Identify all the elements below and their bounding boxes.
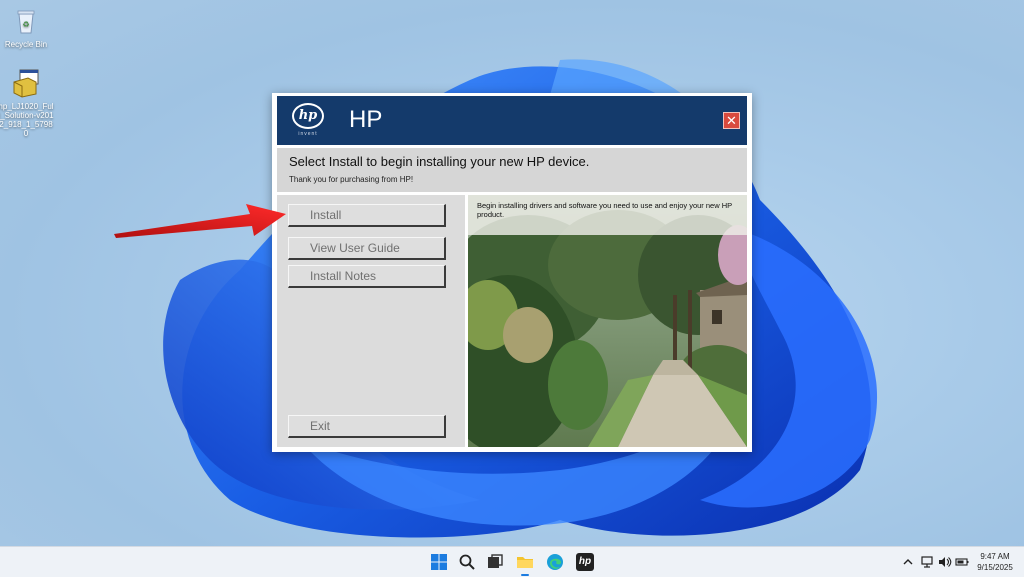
close-button[interactable]: ✕ — [723, 112, 740, 129]
svg-text:♻: ♻ — [22, 20, 29, 29]
installer-package-icon — [13, 69, 39, 98]
desktop-icon-recycle-bin[interactable]: ♻ Recycle Bin — [0, 6, 54, 49]
install-button[interactable]: Install — [288, 204, 446, 227]
recycle-bin-icon: ♻ — [17, 10, 35, 34]
close-icon: ✕ — [726, 113, 737, 128]
search-icon[interactable] — [458, 553, 476, 571]
taskbar: hp 9:47 AM 9/15/2025 — [0, 546, 1024, 577]
clock-date: 9/15/2025 — [977, 563, 1013, 572]
desktop-icon-label: Recycle Bin — [4, 40, 48, 49]
file-explorer-icon[interactable] — [516, 553, 534, 571]
header-title: Select Install to begin installing your … — [289, 154, 590, 169]
installer-banner: hp invent HP ✕ — [277, 96, 747, 145]
install-notes-button[interactable]: Install Notes — [288, 265, 446, 288]
hp-installer-window: hp invent HP ✕ Select Install to begin i… — [272, 93, 752, 452]
header-subtitle: Thank you for purchasing from HP! — [289, 175, 414, 184]
hp-logo-tagline: invent — [298, 131, 318, 137]
preview-panel: Begin installing drivers and software yo… — [468, 195, 747, 447]
clock-time: 9:47 AM — [980, 552, 1010, 561]
desktop-icon-label: hp_LJ1020_Full_Solution-v2012_918_1_5798… — [0, 102, 54, 138]
action-panel: Install View User Guide Install Notes — [277, 195, 465, 447]
hp-taskbar-logo: hp — [578, 556, 592, 567]
desktop-icon-hp-installer[interactable]: hp_LJ1020_Full_Solution-v2012_918_1_5798… — [0, 68, 54, 138]
edge-browser-icon[interactable] — [546, 553, 564, 571]
description-text: Begin installing drivers and software yo… — [477, 201, 733, 219]
description-overlay: Begin installing drivers and software yo… — [468, 195, 747, 235]
annotation-arrow — [114, 204, 286, 238]
windows-start-icon[interactable] — [430, 553, 448, 571]
chevron-up-icon[interactable] — [902, 555, 914, 569]
hp-logo-mark: hp — [292, 103, 324, 129]
system-clock[interactable]: 9:47 AM 9/15/2025 — [970, 551, 1020, 573]
task-view-icon[interactable] — [486, 553, 504, 571]
view-user-guide-button[interactable]: View User Guide — [288, 237, 446, 260]
battery-icon[interactable] — [955, 555, 969, 569]
hp-logo: hp invent — [291, 103, 325, 137]
instruction-header: Select Install to begin installing your … — [277, 148, 747, 192]
hp-installer-icon[interactable]: hp — [576, 553, 594, 571]
network-icon[interactable] — [920, 555, 934, 569]
exit-button[interactable]: Exit — [288, 415, 446, 438]
volume-icon[interactable] — [938, 555, 952, 569]
banner-title: HP — [349, 106, 383, 133]
